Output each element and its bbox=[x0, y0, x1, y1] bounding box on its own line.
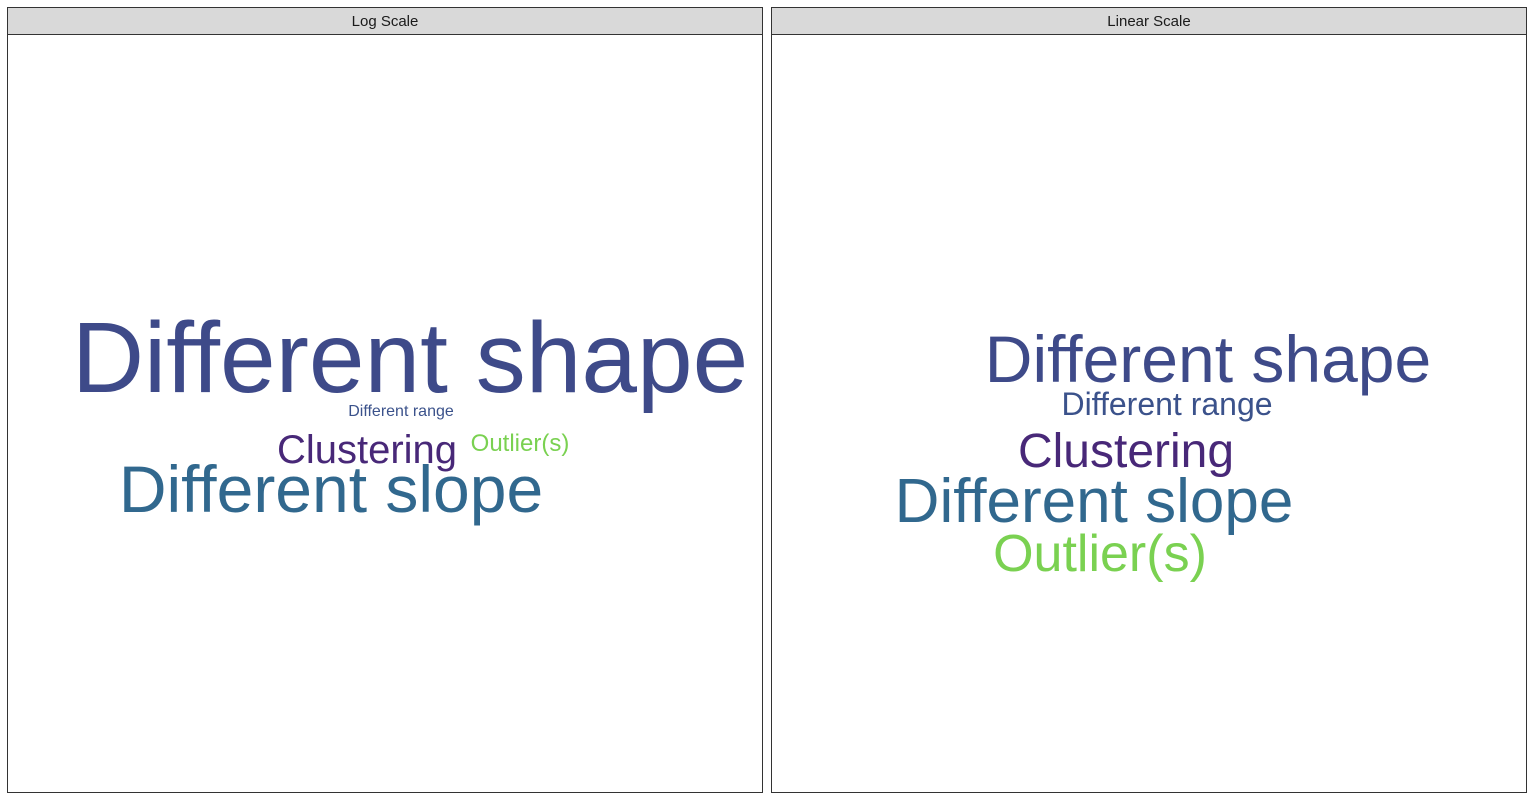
panel-title-linear-scale: Linear Scale bbox=[772, 8, 1526, 35]
word-different-range: Different range bbox=[1061, 386, 1272, 422]
word-outlier-s: Outlier(s) bbox=[993, 525, 1207, 583]
word-different-shape: Different shape bbox=[72, 302, 748, 414]
wordcloud-svg-linear: Different shapeDifferent rangeClustering… bbox=[895, 322, 1432, 583]
word-different-shape: Different shape bbox=[985, 322, 1431, 396]
wordcloud-svg-log: Different shapeDifferent slopeClustering… bbox=[72, 302, 748, 526]
panel-linear-scale: Linear Scale Different shape Different ra… bbox=[771, 7, 1527, 793]
panel-log-scale: Log Scale Different shape Different slope… bbox=[7, 7, 763, 793]
word-clustering: Clustering bbox=[277, 428, 457, 472]
wordcloud-log-scale: Different shape Different slope Clustering… bbox=[8, 35, 762, 792]
word-outlier-s: Outlier(s) bbox=[471, 430, 570, 457]
word-different-range: Different range bbox=[348, 403, 454, 420]
wordcloud-linear-scale: Different shape Different range Clustering… bbox=[772, 35, 1526, 792]
panel-title-log-scale: Log Scale bbox=[8, 8, 762, 35]
